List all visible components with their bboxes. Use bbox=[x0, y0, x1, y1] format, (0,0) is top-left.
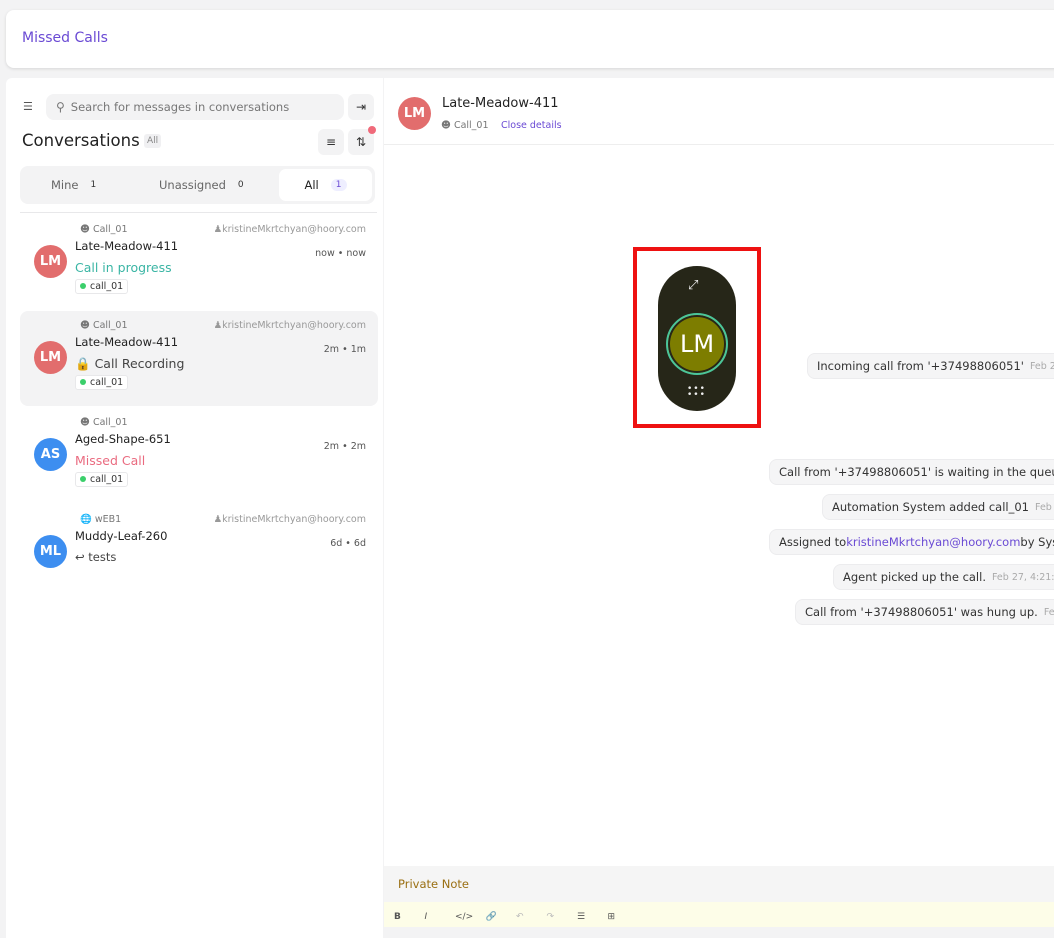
undo-icon[interactable]: ↶ bbox=[516, 912, 547, 922]
conversation-panel: LM Late-Meadow-411 ☻ Call_01 Close detai… bbox=[384, 78, 1054, 927]
contact-name: Muddy-Leaf-260 bbox=[75, 529, 168, 543]
tab-label: Unassigned bbox=[159, 178, 226, 192]
contact-name: Aged-Shape-651 bbox=[75, 432, 171, 446]
assignee: ♟kristineMkrtchyan@hoory.com bbox=[213, 514, 366, 525]
search-icon: ⚲ bbox=[56, 100, 65, 114]
redo-icon[interactable]: ↷ bbox=[547, 912, 578, 922]
assignee-link[interactable]: kristineMkrtchyan@hoory.com bbox=[846, 535, 1020, 549]
search-placeholder: Search for messages in conversations bbox=[70, 100, 290, 114]
avatar: ML bbox=[34, 535, 67, 568]
inbox-name: ☻ Call_01 bbox=[80, 320, 128, 331]
divider bbox=[384, 144, 1054, 145]
editor-toolbar: B I </> 🔗 ↶ ↷ ☰ ⊞ bbox=[384, 902, 1054, 927]
activity-message: Incoming call from '+37498806051'Feb 27,… bbox=[807, 353, 1054, 379]
divider bbox=[20, 212, 377, 213]
label-tag: call_01 bbox=[75, 279, 129, 294]
ordered-list-icon[interactable]: ⊞ bbox=[608, 912, 639, 922]
avatar: LM bbox=[34, 245, 67, 278]
last-message: Call in progress bbox=[75, 260, 172, 275]
status-badge: All bbox=[144, 134, 162, 148]
dialpad-icon[interactable]: ••• ••• bbox=[687, 385, 706, 400]
call-widget-highlight: ⤢ LM ••• ••• bbox=[633, 247, 761, 428]
tab-count: 1 bbox=[90, 180, 97, 190]
assignee-tabs: Mine 1 Unassigned 0 All 1 bbox=[20, 166, 375, 204]
activity-message: Agent picked up the call.Feb 27, 4:21:34 bbox=[833, 564, 1054, 590]
conversations-heading: Conversations bbox=[22, 131, 140, 150]
avatar: LM bbox=[34, 341, 67, 374]
label-tag: call_01 bbox=[75, 472, 129, 487]
tab-count: 0 bbox=[237, 180, 244, 190]
activity-message: Call from '+37498806051' is waiting in t… bbox=[769, 459, 1054, 485]
last-message: 🔒 Call Recording bbox=[75, 356, 185, 371]
contact-name: Late-Meadow-411 bbox=[442, 96, 559, 111]
tab-label: Mine bbox=[51, 178, 79, 192]
last-message: ↩ tests bbox=[75, 550, 117, 564]
activity-message: Assigned to kristineMkrtchyan@hoory.com … bbox=[769, 529, 1054, 555]
contact-name: Late-Meadow-411 bbox=[75, 239, 179, 253]
notification-dot bbox=[368, 126, 376, 134]
top-bar: Missed Calls bbox=[6, 10, 1054, 68]
inbox-name: 🌐 wEB1 bbox=[80, 514, 122, 525]
avatar: AS bbox=[34, 438, 67, 471]
collapse-sidebar-button[interactable]: ⇥ bbox=[348, 94, 374, 120]
globe-icon: 🌐 bbox=[80, 514, 92, 525]
code-button[interactable]: </> bbox=[455, 912, 486, 922]
assignee: ♟kristineMkrtchyan@hoory.com bbox=[213, 224, 366, 235]
timestamp: now • now bbox=[315, 248, 366, 259]
conversation-sidebar: ☰ ⚲ Search for messages in conversations… bbox=[6, 78, 383, 938]
activity-message: Call from '+37498806051' was hung up.Feb… bbox=[795, 599, 1054, 625]
tab-unassigned[interactable]: Unassigned 0 bbox=[159, 169, 244, 201]
caller-avatar: LM bbox=[666, 313, 728, 375]
tab-count: 1 bbox=[330, 179, 347, 191]
inbox-name: ☻ Call_01 bbox=[80, 417, 128, 428]
timestamp: 2m • 1m bbox=[323, 344, 366, 355]
tab-mine[interactable]: Mine 1 bbox=[51, 169, 96, 201]
tab-all[interactable]: All 1 bbox=[279, 169, 372, 201]
activity-message: Automation System added call_01Feb 27 bbox=[822, 494, 1054, 520]
sort-icon: ⇅ bbox=[355, 135, 367, 149]
conversation-item[interactable]: ML 🌐 wEB1 ♟kristineMkrtchyan@hoory.com M… bbox=[20, 505, 378, 600]
menu-icon[interactable]: ☰ bbox=[23, 100, 33, 113]
contact-avatar: LM bbox=[398, 97, 431, 130]
private-note-tab[interactable]: Private Note bbox=[384, 866, 1054, 902]
page-title: Missed Calls bbox=[22, 30, 108, 46]
search-input[interactable]: ⚲ Search for messages in conversations bbox=[46, 94, 344, 120]
last-message: Missed Call bbox=[75, 453, 146, 468]
close-details-link[interactable]: Close details bbox=[501, 120, 562, 131]
bold-button[interactable]: B bbox=[394, 912, 425, 922]
tab-label: All bbox=[304, 178, 319, 192]
link-icon[interactable]: 🔗 bbox=[486, 912, 517, 922]
assignee: ♟kristineMkrtchyan@hoory.com bbox=[213, 320, 366, 331]
contact-name: Late-Meadow-411 bbox=[75, 335, 179, 349]
italic-button[interactable]: I bbox=[425, 912, 456, 922]
lock-icon: 🔒 bbox=[75, 356, 91, 371]
label-tag: call_01 bbox=[75, 375, 129, 390]
conversation-item[interactable]: LM ☻ Call_01 ♟kristineMkrtchyan@hoory.co… bbox=[20, 311, 378, 406]
conversation-item[interactable]: AS ☻ Call_01 Aged-Shape-651 2m • 2m Miss… bbox=[20, 408, 378, 503]
reply-icon: ↩ bbox=[75, 550, 85, 564]
filter-button[interactable]: ≡ bbox=[318, 129, 344, 155]
inbox-name: ☻ Call_01 bbox=[441, 120, 489, 131]
filter-icon: ≡ bbox=[325, 135, 337, 149]
inbox-name: ☻ Call_01 bbox=[80, 224, 128, 235]
conversation-item[interactable]: LM ☻ Call_01 ♟kristineMkrtchyan@hoory.co… bbox=[20, 215, 378, 310]
bullet-list-icon[interactable]: ☰ bbox=[577, 912, 608, 922]
timestamp: 2m • 2m bbox=[323, 441, 366, 452]
timestamp: 6d • 6d bbox=[330, 538, 366, 549]
expand-icon[interactable]: ⤢ bbox=[688, 278, 698, 293]
sort-button[interactable]: ⇅ bbox=[348, 126, 376, 155]
call-widget: ⤢ LM ••• ••• bbox=[658, 266, 736, 411]
